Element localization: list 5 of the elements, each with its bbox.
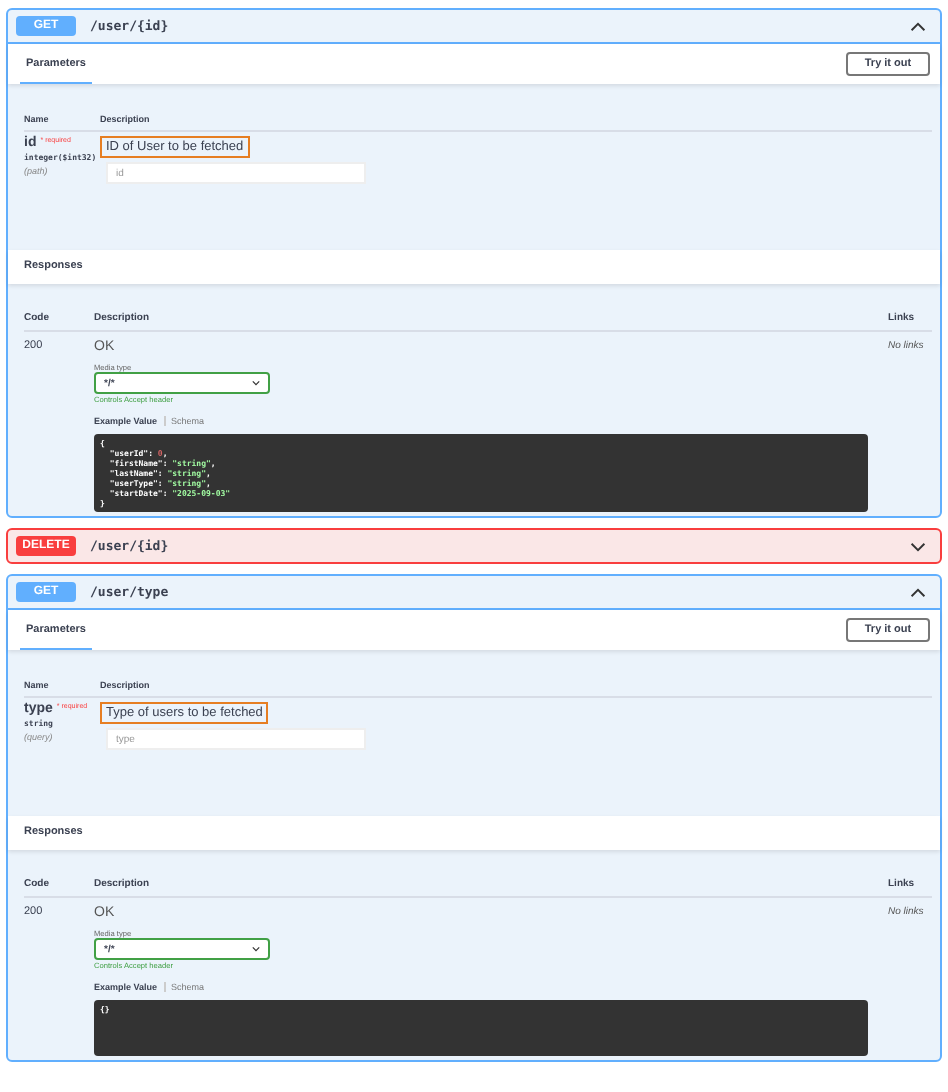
caret-icon bbox=[252, 380, 260, 386]
chevron-icon[interactable] bbox=[910, 21, 926, 31]
caret-icon bbox=[252, 946, 260, 952]
chevron-icon[interactable] bbox=[910, 541, 926, 551]
chevron-icon[interactable] bbox=[910, 587, 926, 597]
